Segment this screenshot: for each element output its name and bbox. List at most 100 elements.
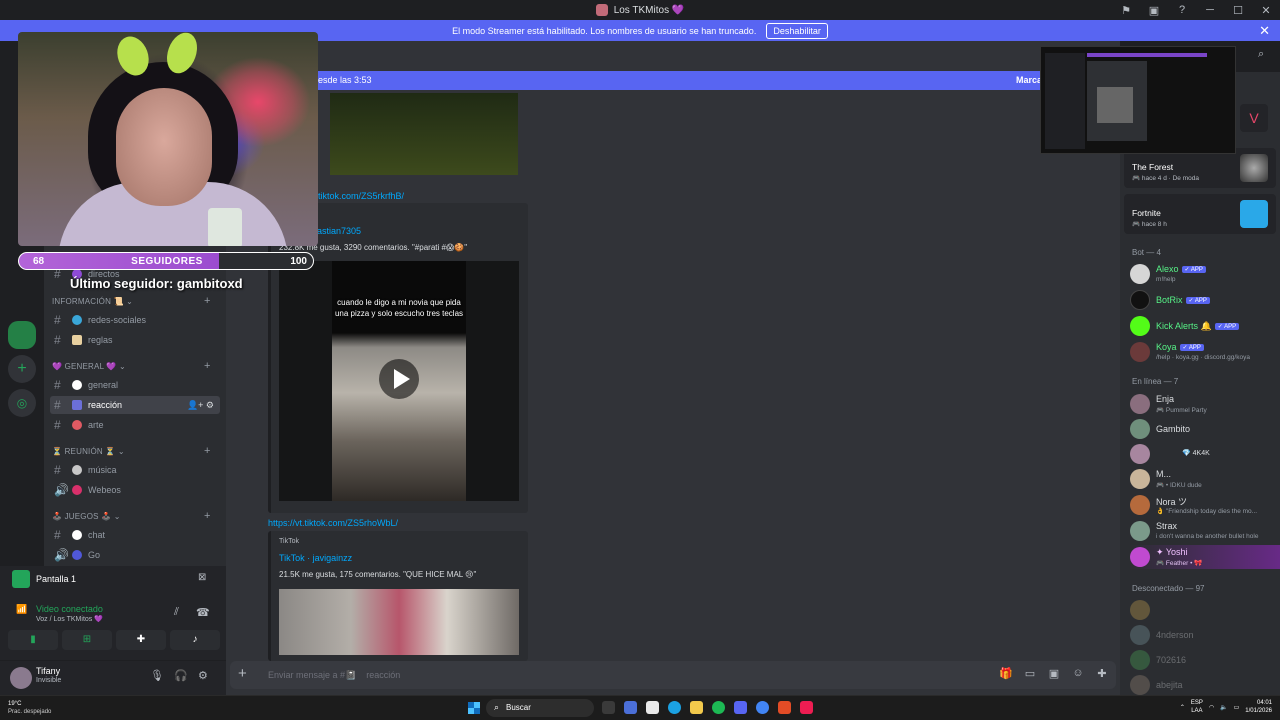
member-item[interactable]: Gambito <box>1130 417 1280 441</box>
valorant-icon[interactable]: V <box>1240 104 1268 132</box>
member-item[interactable]: Alexo ✓ APP m!help <box>1130 262 1280 286</box>
activity-card[interactable]: Fortnite 🎮 hace 8 h <box>1124 194 1276 234</box>
emoji-icon[interactable]: ☺ <box>1070 667 1086 683</box>
video-thumbnail-top[interactable] <box>330 93 518 175</box>
headphones-icon[interactable]: 🎧 <box>174 669 188 682</box>
composer-placeholder[interactable]: Enviar mensaje a #📓 reacción <box>268 670 400 681</box>
microphone-icon[interactable]: 🎙 <box>150 669 164 682</box>
member-item[interactable]: 702616 <box>1130 648 1280 672</box>
explorer-icon[interactable] <box>690 701 703 714</box>
inbox-icon[interactable]: ⚑ <box>1112 4 1140 17</box>
system-tray[interactable]: ⌃ ESP LAA ◠ 🔈 ▭ 04:01 1/01/2026 <box>1180 699 1272 715</box>
channel-arte[interactable]: # arte <box>50 416 220 434</box>
screen-icon[interactable]: ▣ <box>1140 4 1168 17</box>
chevron-up-icon[interactable]: ⌃ <box>1180 704 1185 711</box>
popout-icon[interactable]: ⊠ <box>198 572 206 583</box>
add-attachment-icon[interactable]: + <box>238 665 247 682</box>
close-icon[interactable]: ✕ <box>1259 23 1270 39</box>
new-messages-bar[interactable]: esde las 3:53 Marca <box>226 71 1046 90</box>
discover-icon[interactable]: ◎ <box>8 389 36 417</box>
sticker-icon[interactable]: ▣ <box>1046 667 1062 683</box>
camera-button[interactable]: ▮ <box>8 630 58 650</box>
add-server-icon[interactable]: + <box>8 355 36 383</box>
avatar[interactable] <box>10 667 32 689</box>
member-item[interactable]: Kick Alerts 🔔 ✓ APP <box>1130 314 1280 338</box>
member-item[interactable]: 💎 4K4K <box>1130 442 1280 466</box>
member-item[interactable]: 4nderson <box>1130 623 1280 647</box>
channel-general[interactable]: # general <box>50 376 220 394</box>
activities-button[interactable]: ✚ <box>116 630 166 650</box>
screen-share-preview[interactable] <box>1040 46 1236 154</box>
tiktok-link-1[interactable]: tiktok.com/ZS5rkrfhB/ <box>318 191 404 201</box>
taskbar-search[interactable]: ⌕ Buscar <box>486 699 594 717</box>
embed-author[interactable]: astian7305 <box>317 226 361 236</box>
disconnect-icon[interactable]: ☎ <box>196 606 210 619</box>
channel-settings-icon[interactable]: 👤+ ⚙ <box>187 400 214 411</box>
activity-card[interactable]: The Forest 🎮 hace 4 d · De moda <box>1124 148 1276 188</box>
language-indicator[interactable]: ESP LAA <box>1191 699 1203 715</box>
add-channel-icon[interactable]: + <box>204 295 211 307</box>
add-channel-icon[interactable]: + <box>204 445 211 457</box>
member-item[interactable]: Enja 🎮 Pummel Party <box>1130 392 1280 416</box>
member-item[interactable]: abejita <box>1130 673 1280 697</box>
store-icon[interactable] <box>646 701 659 714</box>
video-player[interactable]: cuando le digo a mi novia que pida una p… <box>279 261 519 501</box>
mark-read-button[interactable]: Marca <box>1016 75 1042 85</box>
weather-widget[interactable]: 19°C Prac. despejado <box>8 700 51 716</box>
apps-icon[interactable]: ✚ <box>1094 667 1110 683</box>
member-item[interactable]: ✦ Yoshi 🎮 Feather • 🎀 <box>1130 545 1280 569</box>
voice-location[interactable]: Voz / Los TKMitos 💜 <box>36 615 103 623</box>
member-item[interactable]: M... 🎮 • IDKU dude <box>1130 467 1280 491</box>
help-icon[interactable]: ? <box>1168 4 1196 16</box>
noise-suppression-icon[interactable]: ⫽ <box>174 606 179 619</box>
tiktok-link-2[interactable]: https://vt.tiktok.com/ZS5rhoWbL/ <box>268 518 398 528</box>
gif-icon[interactable]: ▭ <box>1022 667 1038 683</box>
channel-reaccion[interactable]: # reacción 👤+ ⚙ <box>50 396 220 414</box>
channel-redes-sociales[interactable]: # redes-sociales <box>50 311 220 329</box>
chrome-icon[interactable] <box>756 701 769 714</box>
add-channel-icon[interactable]: + <box>204 510 211 522</box>
edge-icon[interactable] <box>668 701 681 714</box>
avatar <box>1130 264 1150 284</box>
embed-title[interactable]: TikTok · javigainzz <box>279 553 352 563</box>
member-item[interactable]: Strax i don't wanna be another bullet hol… <box>1130 519 1280 543</box>
video-player[interactable] <box>279 589 519 655</box>
channel-musica[interactable]: # música <box>50 461 220 479</box>
server-icon-green[interactable] <box>8 321 36 349</box>
volume-icon[interactable]: 🔈 <box>1220 704 1227 711</box>
voice-channel-go[interactable]: 🔊 Go <box>50 546 220 564</box>
copilot-icon[interactable] <box>624 701 637 714</box>
soundboard-button[interactable]: ♪ <box>170 630 220 650</box>
discord-icon[interactable] <box>734 701 747 714</box>
disable-streamer-button[interactable]: Deshabilitar <box>766 22 828 39</box>
minimize-button[interactable]: ─ <box>1196 4 1224 16</box>
app-icon[interactable] <box>778 701 791 714</box>
category-info[interactable]: INFORMACIÓN 📜 ⌄ + <box>52 295 210 307</box>
category-general[interactable]: 💜 GENERAL 💜 ⌄ + <box>52 360 210 372</box>
clock[interactable]: 04:01 1/01/2026 <box>1245 699 1272 715</box>
gift-icon[interactable]: 🎁 <box>998 667 1014 683</box>
maximize-button[interactable]: ☐ <box>1224 4 1252 17</box>
member-item[interactable]: Nora ツ 👌 "Friendship today dies the mo... <box>1130 493 1280 517</box>
wifi-icon[interactable]: ◠ <box>1209 704 1214 711</box>
member-item[interactable] <box>1130 598 1280 622</box>
tiktok-icon[interactable] <box>800 701 813 714</box>
message-composer[interactable]: + Enviar mensaje a #📓 reacción 🎁 ▭ ▣ ☺ ✚ <box>230 661 1116 689</box>
task-view-icon[interactable] <box>602 701 615 714</box>
member-item[interactable]: BotRix ✓ APP <box>1130 288 1280 312</box>
start-icon[interactable] <box>468 702 480 714</box>
channel-chat[interactable]: # chat <box>50 526 220 544</box>
search-icon[interactable]: ⌕ <box>1258 48 1264 61</box>
share-screen-button[interactable]: ⊞ <box>62 630 112 650</box>
battery-icon[interactable]: ▭ <box>1234 704 1240 711</box>
channel-reglas[interactable]: # reglas <box>50 331 220 349</box>
member-item[interactable]: Koya ✓ APP/help · koya.gg · discord.gg/ko… <box>1130 340 1280 364</box>
voice-channel-webeos[interactable]: 🔊 Webeos <box>50 481 220 499</box>
add-channel-icon[interactable]: + <box>204 360 211 372</box>
category-reunion[interactable]: ⏳ REUNIÓN ⏳ ⌄ + <box>52 445 210 457</box>
play-icon[interactable] <box>379 359 419 399</box>
category-juegos[interactable]: 🕹️ JUEGOS 🕹️ ⌄ + <box>52 510 210 522</box>
spotify-icon[interactable] <box>712 701 725 714</box>
close-window-button[interactable]: ✕ <box>1252 4 1280 17</box>
user-settings-icon[interactable]: ⚙ <box>198 669 208 682</box>
